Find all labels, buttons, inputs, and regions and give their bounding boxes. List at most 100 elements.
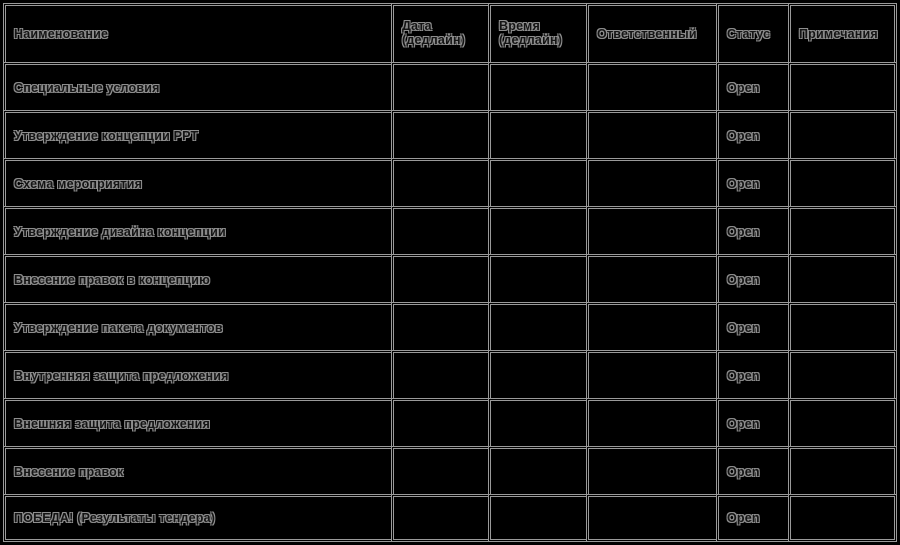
- cell-date[interactable]: [391, 62, 488, 110]
- cell-date[interactable]: [391, 446, 488, 494]
- cell-status-text: Open: [727, 224, 760, 239]
- cell-resp[interactable]: [586, 350, 716, 398]
- cell-status[interactable]: Open: [716, 254, 788, 302]
- table-row[interactable]: Схема мероприятия Open: [3, 158, 897, 206]
- cell-status[interactable]: Open: [716, 158, 788, 206]
- cell-status[interactable]: Open: [716, 446, 788, 494]
- cell-notes[interactable]: [788, 110, 897, 158]
- cell-name-text: Внесение правок: [14, 464, 124, 479]
- cell-status-text: Open: [727, 80, 760, 95]
- cell-resp[interactable]: [586, 398, 716, 446]
- cell-status-text: Open: [727, 320, 760, 335]
- cell-resp[interactable]: [586, 254, 716, 302]
- column-header-responsible[interactable]: Ответственный: [586, 3, 716, 62]
- table-row[interactable]: Внесение правок Open: [3, 446, 897, 494]
- cell-time[interactable]: [488, 62, 586, 110]
- cell-date[interactable]: [391, 398, 488, 446]
- table-row[interactable]: Специальные условия Open: [3, 62, 897, 110]
- cell-notes[interactable]: [788, 398, 897, 446]
- column-header-name[interactable]: Наименование: [3, 3, 391, 62]
- task-table: Наименование Дата (дедлайн) Время (дедла…: [3, 3, 897, 542]
- cell-date[interactable]: [391, 302, 488, 350]
- cell-date[interactable]: [391, 350, 488, 398]
- cell-notes[interactable]: [788, 302, 897, 350]
- column-header-name-label: Наименование: [14, 27, 109, 41]
- cell-name[interactable]: Утверждение пакета документов: [3, 302, 391, 350]
- table-row[interactable]: Утверждение пакета документов Open: [3, 302, 897, 350]
- column-header-time[interactable]: Время (дедлайн): [488, 3, 586, 62]
- cell-status-text: Open: [727, 464, 760, 479]
- column-header-status[interactable]: Статус: [716, 3, 788, 62]
- cell-status-text: Open: [727, 416, 760, 431]
- table-body: Специальные условия Open Утверждение конце…: [3, 62, 897, 542]
- table-row[interactable]: Утверждение концепции РРТ Open: [3, 110, 897, 158]
- cell-status[interactable]: Open: [716, 62, 788, 110]
- cell-time[interactable]: [488, 206, 586, 254]
- cell-status-text: Open: [727, 272, 760, 287]
- cell-resp[interactable]: [586, 62, 716, 110]
- cell-name[interactable]: Внесение правок в концепцию: [3, 254, 391, 302]
- cell-time[interactable]: [488, 398, 586, 446]
- cell-name-text: Внутренняя защита предложения: [14, 368, 229, 383]
- cell-name[interactable]: ПОБЕДА! (Результаты тендера): [3, 494, 391, 542]
- cell-date[interactable]: [391, 206, 488, 254]
- cell-name-text: Внесение правок в концепцию: [14, 272, 211, 287]
- cell-date[interactable]: [391, 494, 488, 542]
- cell-name[interactable]: Внесение правок: [3, 446, 391, 494]
- cell-status[interactable]: Open: [716, 494, 788, 542]
- cell-status[interactable]: Open: [716, 398, 788, 446]
- cell-notes[interactable]: [788, 254, 897, 302]
- cell-resp[interactable]: [586, 446, 716, 494]
- cell-name[interactable]: Специальные условия: [3, 62, 391, 110]
- table-header: Наименование Дата (дедлайн) Время (дедла…: [3, 3, 897, 62]
- cell-time[interactable]: [488, 158, 586, 206]
- cell-name[interactable]: Внутренняя защита предложения: [3, 350, 391, 398]
- cell-name[interactable]: Утверждение концепции РРТ: [3, 110, 391, 158]
- cell-resp[interactable]: [586, 302, 716, 350]
- cell-time[interactable]: [488, 350, 586, 398]
- cell-resp[interactable]: [586, 206, 716, 254]
- table-row[interactable]: ПОБЕДА! (Результаты тендера) Open: [3, 494, 897, 542]
- cell-notes[interactable]: [788, 206, 897, 254]
- cell-name-text: Схема мероприятия: [14, 176, 143, 191]
- table-row[interactable]: Внешняя защита предложения Open: [3, 398, 897, 446]
- column-header-notes-label: Примечания: [799, 27, 878, 41]
- cell-status-text: Open: [727, 511, 760, 525]
- cell-status[interactable]: Open: [716, 350, 788, 398]
- cell-status-text: Open: [727, 368, 760, 383]
- cell-name-text: ПОБЕДА! (Результаты тендера): [14, 511, 216, 525]
- cell-time[interactable]: [488, 494, 586, 542]
- cell-date[interactable]: [391, 110, 488, 158]
- cell-notes[interactable]: [788, 62, 897, 110]
- cell-time[interactable]: [488, 446, 586, 494]
- column-header-responsible-label: Ответственный: [597, 27, 697, 41]
- cell-name-text: Специальные условия: [14, 80, 160, 95]
- cell-resp[interactable]: [586, 494, 716, 542]
- cell-notes[interactable]: [788, 350, 897, 398]
- cell-time[interactable]: [488, 254, 586, 302]
- cell-status[interactable]: Open: [716, 206, 788, 254]
- cell-resp[interactable]: [586, 110, 716, 158]
- task-table-sheet: Наименование Дата (дедлайн) Время (дедла…: [0, 3, 900, 545]
- table-row[interactable]: Внутренняя защита предложения Open: [3, 350, 897, 398]
- cell-name-text: Утверждение концепции РРТ: [14, 128, 199, 143]
- cell-time[interactable]: [488, 302, 586, 350]
- column-header-date[interactable]: Дата (дедлайн): [391, 3, 488, 62]
- cell-status[interactable]: Open: [716, 110, 788, 158]
- table-row[interactable]: Внесение правок в концепцию Open: [3, 254, 897, 302]
- cell-date[interactable]: [391, 158, 488, 206]
- cell-name[interactable]: Внешняя защита предложения: [3, 398, 391, 446]
- cell-status[interactable]: Open: [716, 302, 788, 350]
- cell-notes[interactable]: [788, 446, 897, 494]
- column-header-notes[interactable]: Примечания: [788, 3, 897, 62]
- cell-notes[interactable]: [788, 158, 897, 206]
- cell-name[interactable]: Схема мероприятия: [3, 158, 391, 206]
- cell-resp[interactable]: [586, 158, 716, 206]
- cell-notes[interactable]: [788, 494, 897, 542]
- table-row[interactable]: Утверждение дизайна концепции Open: [3, 206, 897, 254]
- cell-time[interactable]: [488, 110, 586, 158]
- cell-date[interactable]: [391, 254, 488, 302]
- cell-status-text: Open: [727, 176, 760, 191]
- cell-name[interactable]: Утверждение дизайна концепции: [3, 206, 391, 254]
- column-header-time-label: Время (дедлайн): [499, 18, 563, 48]
